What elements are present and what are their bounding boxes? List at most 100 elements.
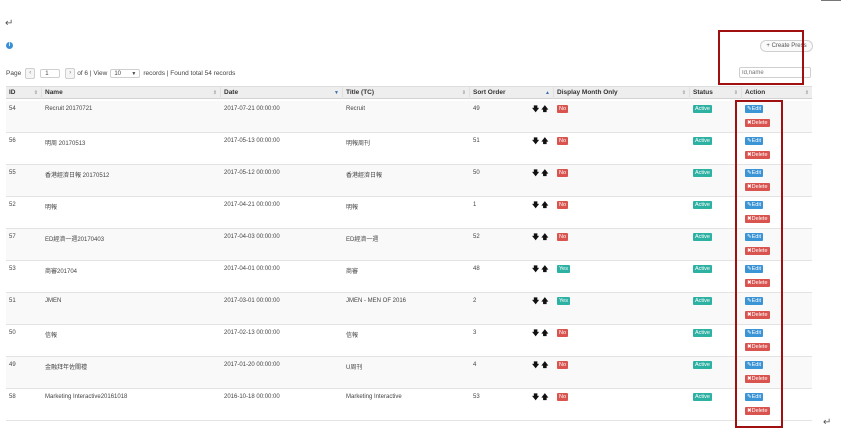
cell-title-tc: Recruit (346, 106, 366, 112)
pagination-bar: Page ‹ 1 › of 6 | View 10 ▼ records | Fo… (6, 67, 235, 79)
status-badge: Active (693, 233, 712, 241)
sort-icon: ⇕ (681, 90, 686, 96)
cell-id: 50 (9, 330, 16, 336)
move-arrows-icon[interactable]: 🡇🡅 (532, 265, 550, 276)
cell-name: 明周 20170513 (45, 141, 86, 147)
move-arrows-icon[interactable]: 🡇🡅 (532, 329, 550, 340)
cell-name: 香港經濟日報 20170512 (45, 173, 110, 179)
view-count-select[interactable]: 10 ▼ (110, 68, 141, 78)
cell-sort-order: 1 (473, 202, 477, 208)
next-page-button[interactable]: › (65, 67, 76, 79)
cell-id: 57 (9, 234, 16, 240)
column-header-sort-order[interactable]: Sort Order ▲ (470, 87, 554, 99)
cell-date: 2017-01-20 00:00:00 (224, 362, 280, 368)
highlight-box-actions (735, 100, 783, 428)
info-icon[interactable]: i (6, 42, 13, 49)
cell-title-tc: 明報周刊 (346, 141, 371, 147)
move-arrows-icon[interactable]: 🡇🡅 (532, 233, 550, 244)
display-month-badge: No (557, 329, 569, 337)
highlight-box-toolbar (718, 30, 804, 85)
move-arrows-icon[interactable]: 🡇🡅 (532, 393, 550, 404)
status-badge: Active (693, 137, 712, 145)
sort-icon: ⇕ (212, 90, 217, 96)
cell-title-tc: Marketing Interactive (346, 394, 402, 400)
cell-id: 54 (9, 106, 16, 112)
status-badge: Active (693, 329, 712, 337)
chevron-down-icon: ▼ (131, 70, 137, 77)
sort-icon: ⇕ (733, 90, 738, 96)
top-edge-line (821, 0, 841, 1)
column-header-date[interactable]: Date ▼ (221, 87, 343, 99)
status-badge: Active (693, 297, 712, 305)
cell-name: ED經濟一週20170403 (45, 237, 105, 243)
cell-title-tc: 商審 (346, 269, 359, 275)
cell-name: Recruit 20170721 (45, 106, 93, 112)
cell-name: 信報 (45, 333, 58, 339)
cell-title-tc: U周刊 (346, 365, 363, 371)
view-count-value: 10 (114, 70, 121, 77)
sort-icon: ⇕ (804, 90, 809, 96)
table-row: 50 信報 2017-02-13 00:00:00 信報 3 🡇🡅 No Active ✎Edi… (6, 325, 812, 357)
prev-page-button[interactable]: ‹ (25, 67, 36, 79)
column-header-display-month-only[interactable]: Display Month Only ⇕ (554, 87, 690, 99)
move-arrows-icon[interactable]: 🡇🡅 (532, 201, 550, 212)
cell-sort-order: 2 (473, 298, 477, 304)
table-row: 49 金融拜年佐關禮 2017-01-20 00:00:00 U周刊 4 🡇🡅 No Acti… (6, 357, 812, 389)
move-arrows-icon[interactable]: 🡇🡅 (532, 169, 550, 180)
display-month-badge: No (557, 105, 569, 113)
cell-sort-order: 50 (473, 170, 480, 176)
cell-title-tc: 香港經濟日報 (346, 173, 383, 179)
cell-name: Marketing Interactive20161018 (45, 394, 128, 400)
cell-sort-order: 52 (473, 234, 480, 240)
display-month-badge: No (557, 233, 569, 241)
table-header: ID ⇕ Name ⇕ Date ▼ Title (TC) ⇕ Sort Order ▲ … (6, 86, 812, 99)
cell-sort-order: 49 (473, 106, 480, 112)
display-month-badge: No (557, 169, 569, 177)
cell-id: 51 (9, 298, 16, 304)
display-month-badge: Yes (557, 265, 570, 273)
display-month-badge: No (557, 393, 569, 401)
cell-id: 58 (9, 394, 16, 400)
display-month-badge: Yes (557, 297, 570, 305)
sort-icon: ⇕ (33, 90, 38, 96)
sort-icon: ⇕ (461, 90, 466, 96)
display-month-badge: No (557, 201, 569, 209)
cell-sort-order: 4 (473, 362, 477, 368)
cell-date: 2017-05-12 00:00:00 (224, 170, 280, 176)
status-badge: Active (693, 265, 712, 273)
cell-name: 明報 (45, 205, 58, 211)
cell-date: 2017-04-21 00:00:00 (224, 202, 280, 208)
cell-date: 2017-07-21 00:00:00 (224, 106, 280, 112)
move-arrows-icon[interactable]: 🡇🡅 (532, 297, 550, 308)
cell-id: 53 (9, 266, 16, 272)
cell-id: 52 (9, 202, 16, 208)
page-number-input[interactable]: 1 (40, 68, 61, 78)
column-header-title-tc[interactable]: Title (TC) ⇕ (343, 87, 470, 99)
cell-date: 2017-03-01 00:00:00 (224, 298, 280, 304)
table-row: 58 Marketing Interactive20161018 2016-10-1… (6, 389, 812, 421)
cell-title-tc: JMEN - MEN OF 2016 (346, 298, 407, 304)
status-badge: Active (693, 393, 712, 401)
move-arrows-icon[interactable]: 🡇🡅 (532, 105, 550, 116)
cell-date: 2017-04-01 00:00:00 (224, 266, 280, 272)
column-header-name[interactable]: Name ⇕ (42, 87, 221, 99)
column-header-id[interactable]: ID ⇕ (6, 87, 42, 99)
move-arrows-icon[interactable]: 🡇🡅 (532, 137, 550, 148)
move-arrows-icon[interactable]: 🡇🡅 (532, 361, 550, 372)
cell-id: 56 (9, 138, 16, 144)
column-header-action: Action ⇕ (742, 87, 812, 99)
column-header-status[interactable]: Status ⇕ (690, 87, 742, 99)
cell-title-tc: 信報 (346, 333, 359, 339)
status-badge: Active (693, 105, 712, 113)
sort-icon: ▼ (334, 90, 339, 96)
cell-date: 2017-05-13 00:00:00 (224, 138, 280, 144)
cell-title-tc: ED經濟一週 (346, 237, 379, 243)
page-count-text: of 6 | View (77, 69, 108, 77)
cell-name: 商審201704 (45, 269, 78, 275)
sort-icon: ▲ (545, 90, 550, 96)
return-marker-bottom: ↵ (823, 417, 832, 428)
cell-sort-order: 3 (473, 330, 477, 336)
status-badge: Active (693, 169, 712, 177)
cell-id: 55 (9, 170, 16, 176)
table-row: 52 明報 2017-04-21 00:00:00 明報 1 🡇🡅 No Active ✎Edi… (6, 197, 812, 229)
